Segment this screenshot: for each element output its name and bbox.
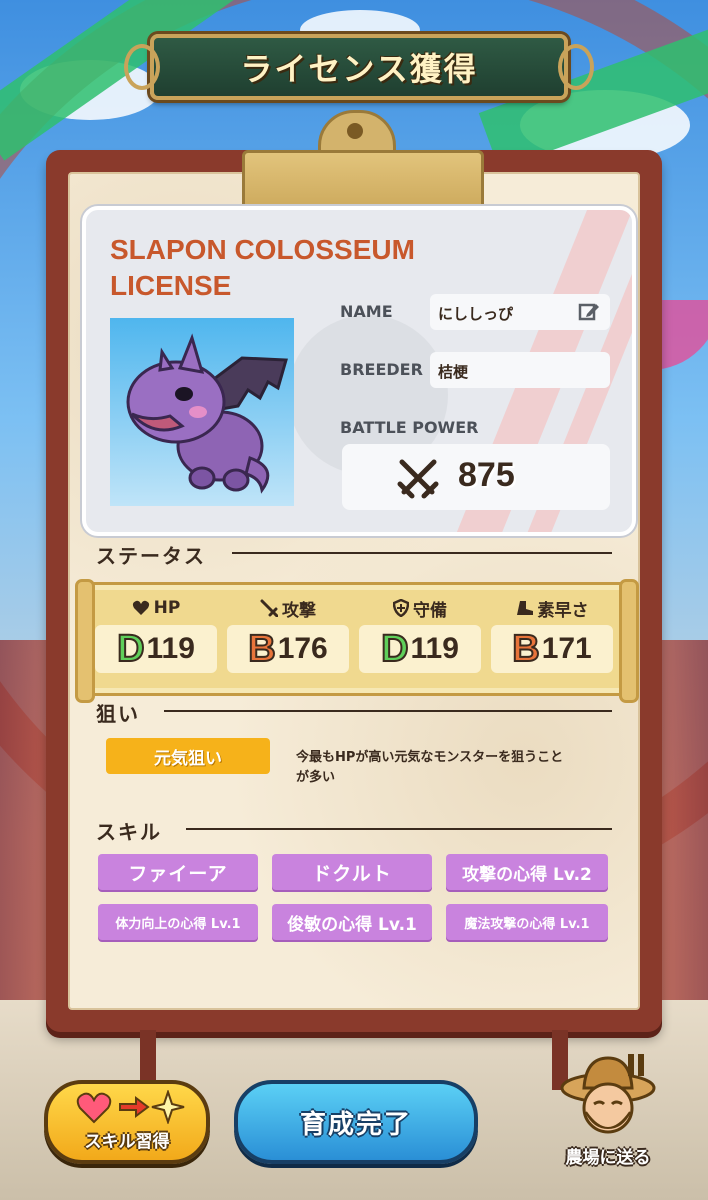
stat-speed-value: 171 (541, 632, 592, 665)
shield-icon (393, 599, 409, 617)
stat-speed-grade: B (511, 628, 540, 670)
name-field[interactable]: にししっぴ (430, 294, 610, 330)
skills-section-header: スキル (96, 818, 162, 844)
monster-portrait (110, 318, 294, 506)
skill-tag[interactable]: ドクルト (272, 854, 432, 890)
battle-power-box: 875 (342, 444, 610, 510)
stat-attack-value: 176 (277, 632, 328, 665)
name-value: にししっぴ (438, 305, 514, 323)
skills-divider (186, 828, 612, 830)
stat-defense-label: 守備 (413, 600, 447, 621)
skill-tag[interactable]: ファイーア (98, 854, 258, 890)
aim-description: 今最もHPが高い元気なモンスターを狙うこと が多い (296, 750, 564, 785)
complete-training-button[interactable]: 育成完了 (234, 1080, 478, 1164)
stats-scroll: HP D 119 攻撃 B 176 守備 D 119 素早さ B 171 (75, 579, 639, 703)
stat-defense: 守備 D 119 (359, 597, 481, 673)
title-plate: ライセンス獲得 (124, 34, 594, 100)
stat-attack: 攻撃 B 176 (227, 597, 349, 673)
aim-section-header: 狙い (96, 700, 140, 726)
heart-icon (132, 600, 149, 615)
battle-power-label: BATTLE POWER (340, 418, 479, 437)
skill-tag[interactable]: 魔法攻撃の心得 Lv.1 (446, 904, 608, 940)
farmer-avatar-icon (560, 1054, 656, 1134)
purple-dragon-icon (126, 333, 288, 494)
skill-tag[interactable]: 俊敏の心得 Lv.1 (272, 904, 432, 940)
skill-tag[interactable]: 体力向上の心得 Lv.1 (98, 904, 258, 940)
aim-divider (164, 710, 612, 712)
pencil-edit-icon[interactable] (578, 301, 600, 323)
name-label: NAME (340, 302, 393, 321)
license-title-line1: SLAPON COLOSSEUM (110, 234, 415, 265)
license-title-line2: LICENSE (110, 270, 232, 301)
stat-attack-grade: B (247, 628, 276, 670)
heart-to-sparkle-icon (76, 1090, 185, 1124)
license-title: SLAPON COLOSSEUM LICENSE (110, 232, 415, 304)
skill-tag[interactable]: 攻撃の心得 Lv.2 (446, 854, 608, 890)
breeder-label: BREEDER (340, 360, 423, 379)
boot-icon (516, 601, 533, 615)
stat-attack-label: 攻撃 (282, 600, 316, 621)
stat-defense-value: 119 (410, 632, 459, 665)
aim-tag: 元気狙い (106, 738, 270, 774)
breeder-value: 桔梗 (438, 363, 469, 381)
breeder-field: 桔梗 (430, 352, 610, 388)
send-to-farm-label: 農場に送る (565, 1148, 651, 1168)
send-to-farm-button[interactable]: 農場に送る (548, 1052, 668, 1172)
status-divider (232, 552, 612, 554)
status-section-header: ステータス (96, 542, 206, 568)
page-title: ライセンス獲得 (240, 50, 478, 88)
complete-training-label: 育成完了 (299, 1109, 412, 1140)
aim-section-label: 狙い (96, 701, 140, 726)
learn-skill-label: スキル習得 (84, 1132, 170, 1152)
stat-defense-grade: D (380, 628, 409, 670)
stat-speed: 素早さ B 171 (491, 597, 613, 673)
stat-speed-label: 素早さ (537, 600, 589, 621)
skills-section-label: スキル (96, 819, 162, 844)
crossed-swords-icon (397, 459, 439, 499)
stat-hp-label: HP (153, 598, 181, 618)
learn-skill-button[interactable]: スキル習得 (44, 1080, 210, 1164)
license-card: SLAPON COLOSSEUM LICENSE NAME にししっぴ BREE… (82, 206, 636, 536)
sword-icon (260, 599, 278, 617)
stat-hp-value: 119 (146, 632, 195, 665)
battle-power-value: 875 (458, 456, 515, 494)
stat-hp: HP D 119 (95, 597, 217, 673)
stat-hp-grade: D (116, 628, 145, 670)
status-section-label: ステータス (96, 543, 206, 568)
